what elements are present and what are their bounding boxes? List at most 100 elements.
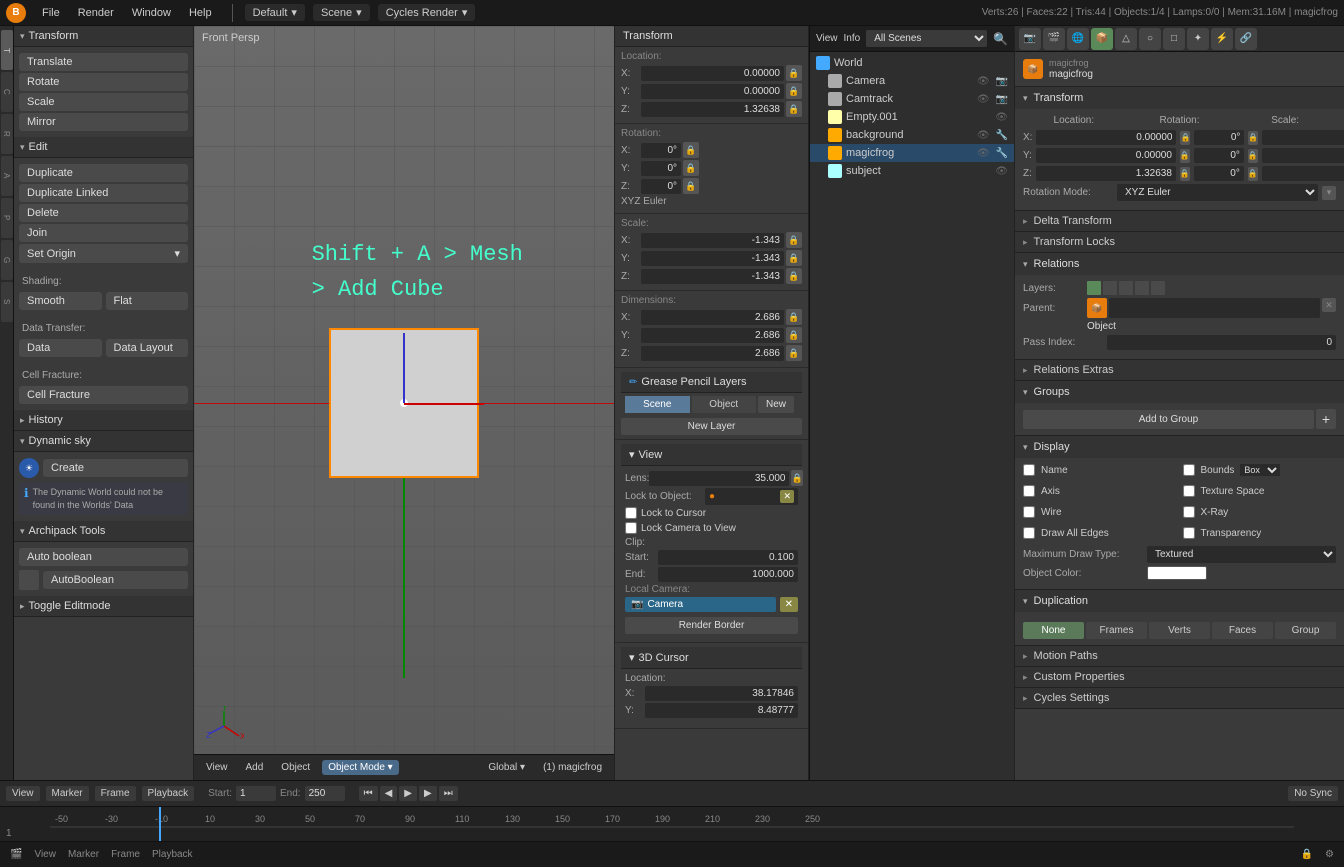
rt-loc-x-lock[interactable]: 🔒 [786, 65, 802, 81]
props-rot-x[interactable] [1194, 130, 1244, 145]
btn-add-to-group[interactable]: Add to Group [1023, 410, 1314, 429]
rt-loc-y-lock[interactable]: 🔒 [786, 83, 802, 99]
subject-eye-icon[interactable]: 👁 [995, 166, 1008, 177]
gpl-tab-object[interactable]: Object [692, 396, 757, 413]
tl-marker-btn[interactable]: Marker [46, 786, 89, 801]
btn-add-group-plus[interactable]: + [1316, 409, 1336, 429]
rt-dim-x-lock[interactable]: 🔒 [786, 309, 802, 325]
vp-object-mode[interactable]: Object Mode ▾ [322, 760, 399, 775]
btn-render-border[interactable]: Render Border [625, 617, 798, 634]
display-xray-check[interactable] [1183, 506, 1195, 518]
rt-sc-z-lock[interactable]: 🔒 [786, 268, 802, 284]
tab-tools[interactable]: T [1, 30, 13, 70]
props-rotmode-btn[interactable]: ▾ [1322, 186, 1336, 200]
btn-gpl-new[interactable]: New [758, 396, 794, 413]
rt-sc-y-input[interactable] [641, 251, 784, 266]
section-dynsky-header[interactable]: ▾ Dynamic sky [14, 431, 193, 452]
props-icon-scene[interactable]: 🎬 [1043, 28, 1065, 50]
outliner-camera[interactable]: Camera 👁 📷 [810, 72, 1014, 90]
props-scale-x[interactable] [1262, 130, 1344, 145]
rt-dim-y-input[interactable] [641, 328, 784, 343]
lock-cursor-check[interactable] [625, 507, 637, 519]
vp-global[interactable]: Global ▾ [482, 760, 531, 775]
rt-dim-z-input[interactable] [641, 346, 784, 361]
tl-next-frame[interactable]: ▶ [419, 786, 437, 801]
props-rot-z-lock[interactable]: 🔒 [1248, 167, 1258, 181]
props-custom-props-header[interactable]: ▸ Custom Properties [1015, 667, 1344, 688]
display-drawedges-check[interactable] [1023, 527, 1035, 539]
obj-color-swatch[interactable] [1147, 566, 1207, 580]
tl-play[interactable]: ▶ [399, 786, 417, 801]
background-render-icon[interactable]: 🔧 [996, 130, 1008, 141]
layer-1-btn[interactable] [1087, 281, 1101, 295]
props-transform-locks-header[interactable]: ▸ Transform Locks [1015, 232, 1344, 253]
menu-help[interactable]: Help [181, 5, 220, 21]
props-parent-clear[interactable]: ✕ [1322, 298, 1336, 312]
magicfrog-eye-icon[interactable]: 👁 [977, 148, 990, 159]
props-groups-header[interactable]: ▾ Groups [1015, 381, 1344, 403]
rt-sc-x-input[interactable] [641, 233, 784, 248]
tl-playback-btn[interactable]: Playback [142, 786, 195, 801]
props-icon-mesh[interactable]: △ [1115, 28, 1137, 50]
btn-join[interactable]: Join [19, 224, 188, 242]
cursor-x-input[interactable] [645, 686, 798, 701]
display-axis-check[interactable] [1023, 485, 1035, 497]
tl-prev-frame[interactable]: ◀ [380, 786, 398, 801]
dup-tab-none[interactable]: None [1023, 622, 1084, 639]
props-relations-header[interactable]: ▾ Relations [1015, 253, 1344, 275]
display-bounds-check[interactable] [1183, 464, 1195, 476]
tl-frame-btn[interactable]: Frame [95, 786, 136, 801]
props-duplication-header[interactable]: ▾ Duplication [1015, 590, 1344, 612]
tab-relations[interactable]: R [1, 114, 13, 154]
clip-start-input[interactable] [658, 550, 798, 565]
display-texspace-check[interactable] [1183, 485, 1195, 497]
btn-data[interactable]: Data [19, 339, 102, 357]
props-rot-x-lock[interactable]: 🔒 [1248, 131, 1258, 145]
rt-sc-z-input[interactable] [641, 269, 784, 284]
props-motion-paths-header[interactable]: ▸ Motion Paths [1015, 646, 1344, 667]
display-wire-check[interactable] [1023, 506, 1035, 518]
props-loc-y-lock[interactable]: 🔒 [1180, 149, 1190, 163]
props-icon-render[interactable]: 📷 [1019, 28, 1041, 50]
rt-loc-z-input[interactable] [641, 102, 784, 117]
dup-tab-frames[interactable]: Frames [1086, 622, 1147, 639]
camera-eye-icon[interactable]: 👁 [977, 76, 990, 87]
menu-render[interactable]: Render [70, 5, 122, 21]
lock-camera-label[interactable]: Lock Camera to View [625, 522, 798, 534]
rt-loc-y-input[interactable] [641, 84, 784, 99]
search-icon[interactable]: 🔍 [993, 32, 1008, 46]
props-icon-material[interactable]: ○ [1139, 28, 1161, 50]
section-toggle-editmode-header[interactable]: ▸ Toggle Editmode [14, 596, 193, 617]
rt-rot-y-input[interactable] [641, 161, 681, 176]
tab-physics[interactable]: P [1, 198, 13, 238]
rt-rot-y-lock[interactable]: 🔒 [683, 160, 699, 176]
lock-camera-check[interactable] [625, 522, 637, 534]
lens-lock[interactable]: 🔒 [791, 470, 802, 486]
rt-dim-x-input[interactable] [641, 310, 784, 325]
outliner-background[interactable]: background 👁 🔧 [810, 126, 1014, 144]
bb-marker-btn[interactable]: Marker [64, 847, 103, 862]
props-icon-particles[interactable]: ✦ [1187, 28, 1209, 50]
dup-tab-verts[interactable]: Verts [1149, 622, 1210, 639]
display-name-check[interactable] [1023, 464, 1035, 476]
menu-window[interactable]: Window [124, 5, 179, 21]
props-rel-extras-header[interactable]: ▸ Relations Extras [1015, 360, 1344, 381]
props-loc-z-lock[interactable]: 🔒 [1180, 167, 1190, 181]
btn-gpl-new-layer[interactable]: New Layer [621, 418, 802, 435]
rt-loc-z-lock[interactable]: 🔒 [786, 101, 802, 117]
rt-rot-z-lock[interactable]: 🔒 [683, 178, 699, 194]
btn-duplicate[interactable]: Duplicate [19, 164, 188, 182]
clip-end-input[interactable] [658, 567, 798, 582]
props-icon-constraints[interactable]: 🔗 [1235, 28, 1257, 50]
tl-prev-key[interactable]: ⏮ [359, 786, 378, 801]
gpl-tab-scene[interactable]: Scene [625, 396, 690, 413]
viewport[interactable]: Front Persp Shift + A > Mesh > Add Cube … [194, 26, 614, 780]
props-cycles-header[interactable]: ▸ Cycles Settings [1015, 688, 1344, 709]
props-rot-y[interactable] [1194, 148, 1244, 163]
scene-selector[interactable]: Scene ▾ [313, 4, 370, 21]
props-rotmode-select[interactable]: XYZ Euler [1117, 184, 1318, 201]
lock-obj-field[interactable]: ● ✕ [705, 488, 798, 505]
btn-flat[interactable]: Flat [106, 292, 189, 310]
timeline-content[interactable]: -50 -30 -10 10 30 50 70 90 110 130 150 1… [0, 807, 1344, 841]
section-history-header[interactable]: ▸ History [14, 410, 193, 431]
